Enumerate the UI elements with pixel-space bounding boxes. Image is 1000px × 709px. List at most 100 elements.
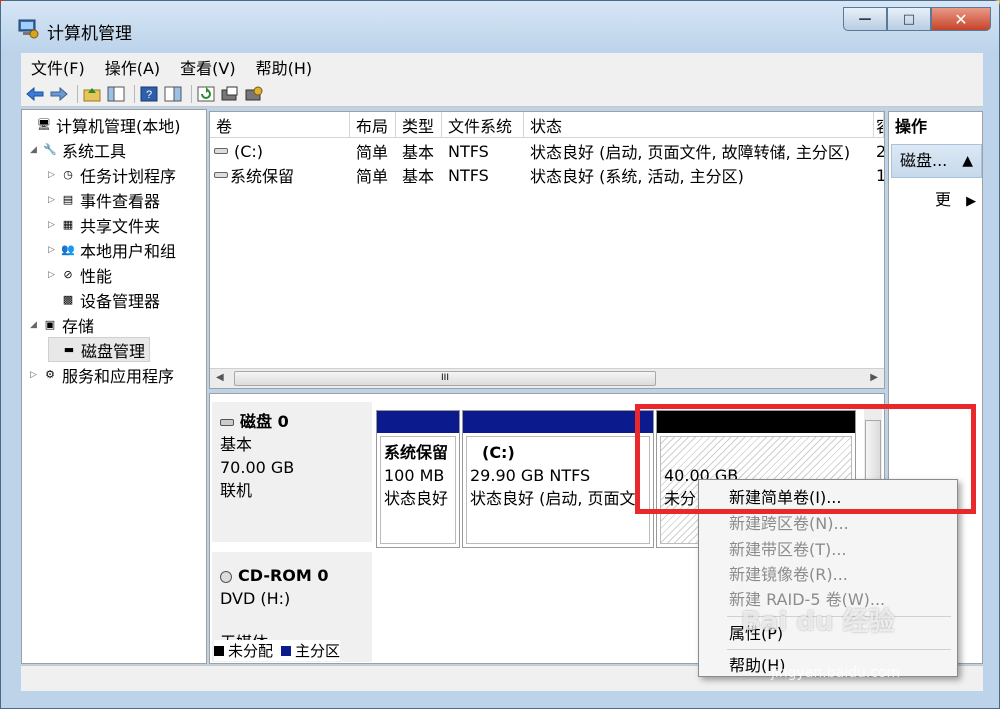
show-hide-tree-icon[interactable] [106, 84, 126, 104]
volume-cell: 系统保留 [214, 163, 350, 187]
tree-expander[interactable]: ◢ [30, 320, 42, 330]
menu-view[interactable]: 查看(V) [170, 55, 245, 79]
tree-item-label: 服务和应用程序 [62, 366, 175, 386]
help-icon[interactable]: ? [139, 84, 159, 104]
filesystem-cell: NTFS [448, 165, 489, 185]
up-folder-icon[interactable] [82, 84, 102, 104]
tree-expander[interactable]: ▷ [48, 170, 60, 180]
column-header-layout[interactable]: 布局 [350, 112, 396, 138]
volume-drive-icon [214, 148, 228, 154]
disk-0-title: 磁盘 0 [220, 410, 372, 433]
toolbar-separator [191, 84, 192, 103]
actions-header: 操作 [895, 117, 928, 136]
menu-action[interactable]: 操作(A) [95, 55, 170, 79]
partition-system-reserved[interactable]: 系统保留 100 MB 状态良好 [376, 410, 460, 548]
tree-expander[interactable]: ▷ [48, 195, 60, 205]
tree-item-storage[interactable]: ◢ ▣ 存储 [30, 312, 94, 337]
device-manager-icon: ▩ [62, 293, 74, 306]
toolbar: ? [21, 81, 983, 107]
tree-item-event-viewer[interactable]: ▷ ▤ 事件查看器 [48, 187, 160, 212]
primary-partition-bar [377, 411, 459, 433]
actions-group-disk[interactable]: 磁盘... ▲ [891, 144, 982, 178]
properties-pane-icon[interactable] [163, 84, 183, 104]
type-cell: 基本 [402, 143, 435, 162]
column-header-capacity[interactable]: 容 [874, 112, 884, 138]
refresh-icon[interactable] [196, 84, 216, 104]
scroll-right-arrow-icon[interactable]: ▶ [870, 372, 878, 383]
layout-cell: 简单 [356, 143, 389, 162]
horizontal-scrollbar[interactable]: ◀ III ▶ [210, 368, 884, 388]
capacity-cell: 1 [876, 165, 884, 185]
tree-expander[interactable]: ▷ [30, 370, 42, 380]
disk-settings-icon[interactable] [244, 84, 264, 104]
tree-expander[interactable]: ▷ [48, 270, 60, 280]
disk-properties-icon[interactable] [220, 84, 240, 104]
filesystem-cell: NTFS [448, 141, 489, 161]
toolbar-separator [77, 84, 78, 103]
computer-management-window: 计算机管理 — □ ✕ 文件(F) 操作(A) 查看(V) 帮助(H) ? 🖥 … [0, 0, 1000, 709]
disk-0-type: 基本 [220, 435, 253, 454]
column-header-filesystem[interactable]: 文件系统 [442, 112, 524, 138]
tree-item-services-apps[interactable]: ▷ ⚙ 服务和应用程序 [30, 362, 174, 387]
toolbar-separator [134, 84, 135, 103]
tree-item-label: 系统工具 [62, 141, 127, 161]
computer-management-icon [17, 17, 39, 39]
tree-item-label: 设备管理器 [80, 291, 161, 311]
tree-item-label: 共享文件夹 [80, 216, 161, 236]
tree-expander[interactable]: ◢ [30, 145, 42, 155]
menu-help[interactable]: 帮助(H) [246, 55, 323, 79]
partition-c-drive[interactable]: (C:) 29.90 GB NTFS 状态良好 (启动, 页面文 [462, 410, 654, 548]
title-bar[interactable]: 计算机管理 — □ ✕ [1, 1, 999, 53]
partition-body: (C:) 29.90 GB NTFS 状态良好 (启动, 页面文 [466, 436, 650, 544]
disk-0-info[interactable]: 磁盘 0 基本 70.00 GB 联机 [212, 402, 372, 542]
cdrom-0-title: CD-ROM 0 [220, 564, 372, 587]
column-header-volume[interactable]: 卷 [210, 112, 350, 138]
partition-status: 状态良好 (启动, 页面文 [470, 489, 636, 508]
tree-item-device-manager[interactable]: ▩ 设备管理器 [48, 287, 160, 312]
hard-drive-icon [220, 419, 234, 426]
column-header-type[interactable]: 类型 [396, 112, 442, 138]
tree-expander[interactable]: ▷ [48, 220, 60, 230]
minimize-button[interactable]: — [843, 7, 887, 31]
navigation-tree: 🖥 计算机管理(本地) ◢ 🔧 系统工具 ▷ ◷ 任务计划程序 ▷ ▤ 事件查看… [21, 109, 207, 664]
volume-name: (C:) [234, 141, 264, 161]
menu-file[interactable]: 文件(F) [21, 55, 95, 79]
partition-size: 29.90 GB NTFS [470, 466, 591, 485]
tree-item-disk-management[interactable]: ▬ 磁盘管理 [48, 337, 151, 362]
tree-item-system-tools[interactable]: ◢ 🔧 系统工具 [30, 137, 126, 162]
tree-item-computer-management[interactable]: 🖥 计算机管理(本地) [24, 112, 180, 137]
annotation-highlight-box [635, 404, 976, 514]
forward-arrow-icon[interactable] [49, 84, 69, 104]
clock-icon: ◷ [63, 168, 73, 181]
volume-cell: (C:) [214, 139, 350, 163]
scroll-left-arrow-icon[interactable]: ◀ [216, 372, 224, 383]
tree-item-performance[interactable]: ▷ ⊘ 性能 [48, 262, 112, 287]
tree-expander[interactable]: ▷ [48, 245, 60, 255]
legend-swatch-unallocated [214, 645, 224, 656]
disk-0-name: 磁盘 0 [240, 412, 289, 431]
close-button[interactable]: ✕ [931, 7, 991, 31]
more-actions-label: 更 [935, 190, 952, 209]
window-title: 计算机管理 [47, 24, 132, 44]
partition-name: 系统保留 [384, 443, 449, 462]
svg-text:?: ? [146, 89, 152, 101]
tools-icon: 🔧 [43, 143, 57, 156]
volume-list: 卷 布局 类型 文件系统 状态 容 (C:) 简单 基本 NTFS 状态良好 (… [209, 111, 885, 389]
volume-name: 系统保留 [230, 167, 295, 186]
more-actions-link[interactable]: 更 ▶ [935, 186, 976, 210]
computer-icon: 🖥 [37, 118, 51, 131]
disk-0-size: 70.00 GB [220, 458, 295, 477]
performance-icon: ⊘ [63, 268, 73, 281]
cdrom-0-drive: DVD (H:) [220, 589, 291, 608]
status-cell: 状态良好 (系统, 活动, 主分区) [530, 167, 744, 186]
tree-item-task-scheduler[interactable]: ▷ ◷ 任务计划程序 [48, 162, 176, 187]
partition-body: 系统保留 100 MB 状态良好 [380, 436, 456, 544]
menu-separator [727, 649, 951, 650]
tree-item-local-users[interactable]: ▷ 👥 本地用户和组 [48, 237, 176, 262]
column-header-status[interactable]: 状态 [524, 112, 874, 138]
scrollbar-thumb[interactable]: III [234, 371, 656, 386]
maximize-button[interactable]: □ [887, 7, 931, 31]
tree-item-shared-folders[interactable]: ▷ ▦ 共享文件夹 [48, 212, 160, 237]
back-arrow-icon[interactable] [25, 84, 45, 104]
cdrom-0-name: CD-ROM 0 [238, 566, 329, 585]
